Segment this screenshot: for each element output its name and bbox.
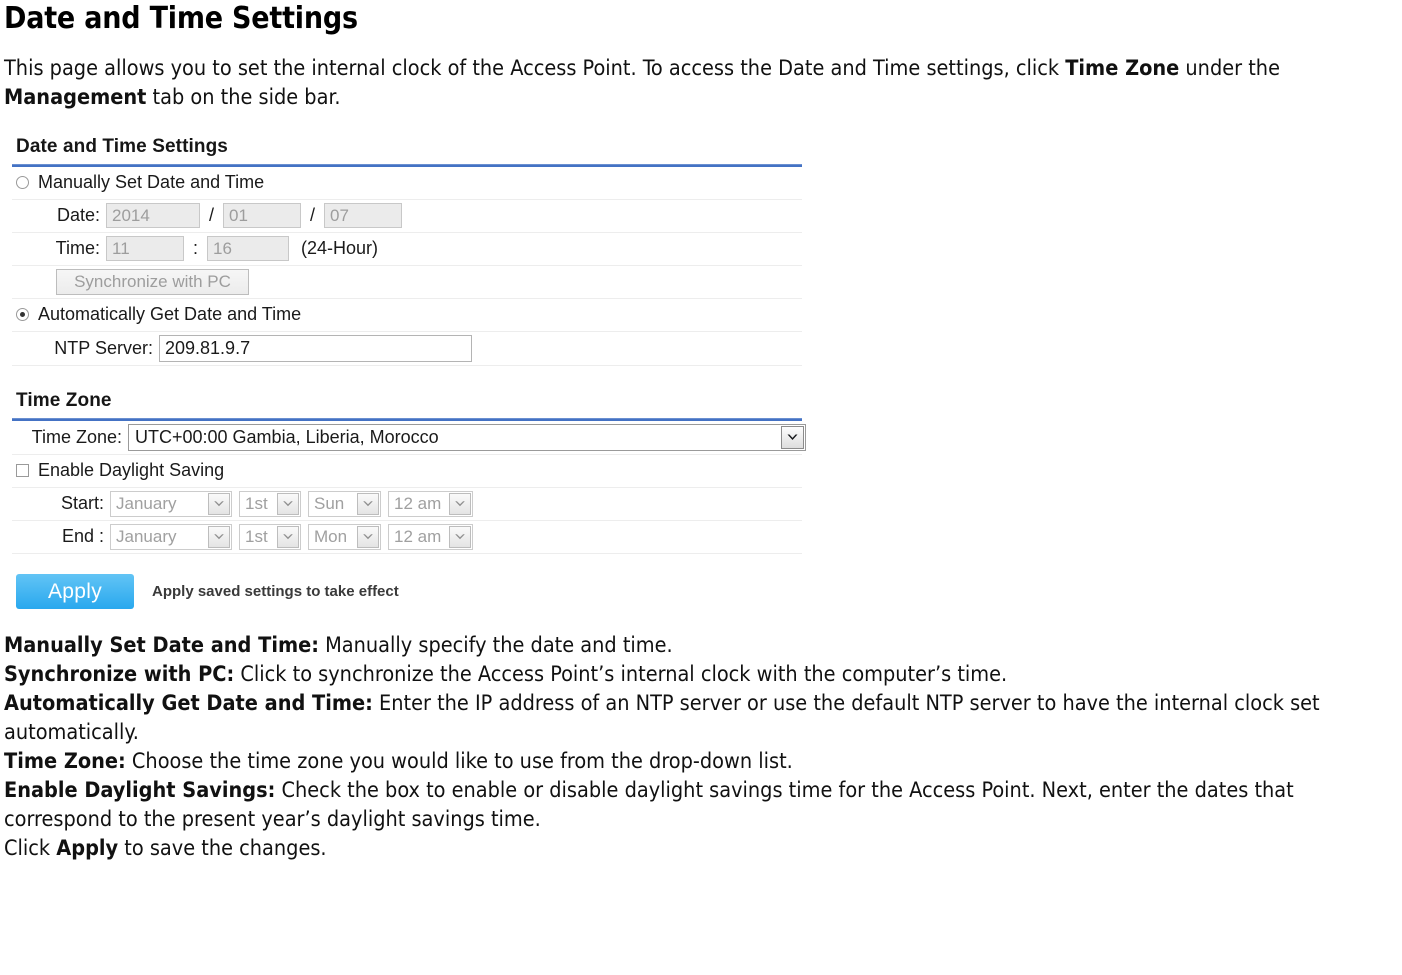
select-dst-end-ordinal-value: 1st xyxy=(245,526,268,546)
row-dst-end: End : January 1st Mon 12 am xyxy=(12,521,802,554)
select-dst-start-ordinal[interactable]: 1st xyxy=(239,490,301,517)
select-dst-end-hour[interactable]: 12 am xyxy=(388,523,473,550)
apply-button[interactable]: Apply xyxy=(16,573,134,609)
row-date: Date: 2014 / 01 / 07 xyxy=(12,200,802,233)
chevron-down-icon[interactable] xyxy=(277,492,299,515)
row-synchronize: Synchronize with PC xyxy=(12,266,802,299)
select-dst-end-weekday[interactable]: Mon xyxy=(308,523,381,550)
synchronize-with-pc-button[interactable]: Synchronize with PC xyxy=(56,268,249,295)
section-title-time-zone: Time Zone xyxy=(16,389,112,411)
label-enable-daylight-saving: Enable Daylight Saving xyxy=(38,460,225,480)
input-date-month[interactable]: 01 xyxy=(223,203,302,228)
intro-paragraph: This page allows you to set the internal… xyxy=(0,54,1398,112)
chevron-down-icon[interactable] xyxy=(449,492,471,515)
chevron-down-icon[interactable] xyxy=(781,425,804,449)
input-date-day[interactable]: 07 xyxy=(324,203,403,228)
date-separator-2: / xyxy=(310,205,316,225)
description-term: Automatically Get Date and Time: xyxy=(4,690,373,716)
label-time: Time: xyxy=(55,238,100,258)
select-dst-start-month[interactable]: January xyxy=(110,490,232,517)
closing-post: to save the changes. xyxy=(118,835,327,861)
description-synchronize: Synchronize with PC: Click to synchroniz… xyxy=(0,660,1398,689)
settings-panel-screenshot: Date and Time Settings Manually Set Date… xyxy=(12,134,806,609)
descriptions-block: Manually Set Date and Time: Manually spe… xyxy=(0,631,1402,863)
panel-gap xyxy=(12,366,802,388)
description-term: Enable Daylight Savings: xyxy=(4,777,276,803)
select-dst-end-month-value: January xyxy=(116,526,177,546)
row-enable-daylight-saving[interactable]: Enable Daylight Saving xyxy=(12,455,802,488)
row-ntp-server: NTP Server: 209.81.9.7 xyxy=(12,332,802,366)
chevron-down-icon[interactable] xyxy=(357,525,379,548)
select-dst-start-hour[interactable]: 12 am xyxy=(388,490,473,517)
label-manually-set-date-and-time: Manually Set Date and Time xyxy=(38,172,265,192)
intro-bold-time-zone: Time Zone xyxy=(1065,56,1180,81)
label-dst-start: Start: xyxy=(60,493,104,513)
label-24-hour-note: (24-Hour) xyxy=(301,238,379,258)
row-time: Time: 11 : 16 (24-Hour) xyxy=(12,233,802,266)
chevron-down-icon[interactable] xyxy=(208,525,230,548)
description-manual-set: Manually Set Date and Time: Manually spe… xyxy=(0,631,1398,660)
label-automatically-get-date-and-time: Automatically Get Date and Time xyxy=(38,304,302,324)
input-time-minute[interactable]: 16 xyxy=(207,236,290,261)
select-dst-start-weekday[interactable]: Sun xyxy=(308,490,381,517)
label-time-zone: Time Zone: xyxy=(31,426,122,447)
closing-line: Click Apply to save the changes. xyxy=(0,834,1398,863)
row-time-zone: Time Zone: UTC+00:00 Gambia, Liberia, Mo… xyxy=(12,421,806,455)
section-title-date-and-time: Date and Time Settings xyxy=(16,135,228,157)
description-term: Manually Set Date and Time: xyxy=(4,632,319,658)
label-date: Date: xyxy=(56,205,100,225)
intro-bold-management: Management xyxy=(4,85,147,110)
row-auto-get-option[interactable]: Automatically Get Date and Time xyxy=(12,299,802,332)
closing-bold-apply: Apply xyxy=(56,835,119,861)
page-title: Date and Time Settings xyxy=(4,1,358,36)
intro-text-part2: under the xyxy=(1179,56,1280,81)
chevron-down-icon[interactable] xyxy=(208,492,230,515)
description-term: Time Zone: xyxy=(4,748,126,774)
time-separator: : xyxy=(193,238,199,258)
intro-text-part3: tab on the side bar. xyxy=(146,85,341,110)
select-time-zone-value: UTC+00:00 Gambia, Liberia, Morocco xyxy=(135,426,439,447)
description-daylight-savings: Enable Daylight Savings: Check the box t… xyxy=(0,776,1398,834)
document-page: Date and Time Settings This page allows … xyxy=(0,0,1402,975)
input-time-hour[interactable]: 11 xyxy=(106,236,184,261)
select-dst-start-weekday-value: Sun xyxy=(314,493,345,513)
chevron-down-icon[interactable] xyxy=(449,525,471,548)
apply-note-text: Apply saved settings to take effect xyxy=(152,582,399,600)
input-date-year[interactable]: 2014 xyxy=(106,203,200,228)
chevron-down-icon[interactable] xyxy=(357,492,379,515)
radio-manually-set-date-and-time[interactable] xyxy=(16,176,29,189)
description-text: Manually specify the date and time. xyxy=(318,632,673,658)
select-dst-start-hour-value: 12 am xyxy=(394,493,442,513)
label-dst-end: End : xyxy=(61,526,104,546)
select-dst-end-hour-value: 12 am xyxy=(394,526,442,546)
input-ntp-server[interactable]: 209.81.9.7 xyxy=(159,334,472,362)
select-dst-start-month-value: January xyxy=(116,493,177,513)
select-dst-end-month[interactable]: January xyxy=(110,523,232,550)
description-text: Choose the time zone you would like to u… xyxy=(125,748,793,774)
chevron-down-icon[interactable] xyxy=(277,525,299,548)
description-auto-get: Automatically Get Date and Time: Enter t… xyxy=(0,689,1398,747)
radio-automatically-get-date-and-time[interactable] xyxy=(16,308,29,321)
description-text: Click to synchronize the Access Point’s … xyxy=(234,661,1008,687)
select-time-zone[interactable]: UTC+00:00 Gambia, Liberia, Morocco xyxy=(128,423,806,451)
select-dst-end-weekday-value: Mon xyxy=(314,526,348,546)
closing-pre: Click xyxy=(4,835,57,861)
select-dst-end-ordinal[interactable]: 1st xyxy=(239,523,301,550)
row-dst-start: Start: January 1st Sun 12 am xyxy=(12,488,802,521)
checkbox-enable-daylight-saving[interactable] xyxy=(16,464,29,477)
apply-row: Apply Apply saved settings to take effec… xyxy=(16,573,802,609)
select-dst-start-ordinal-value: 1st xyxy=(245,493,268,513)
date-separator-1: / xyxy=(209,205,215,225)
intro-text-part1: This page allows you to set the internal… xyxy=(4,56,1066,81)
label-ntp-server: NTP Server: xyxy=(54,337,153,358)
row-manual-set-option[interactable]: Manually Set Date and Time xyxy=(12,167,802,200)
description-term: Synchronize with PC: xyxy=(4,661,235,687)
description-time-zone: Time Zone: Choose the time zone you woul… xyxy=(0,747,1398,776)
